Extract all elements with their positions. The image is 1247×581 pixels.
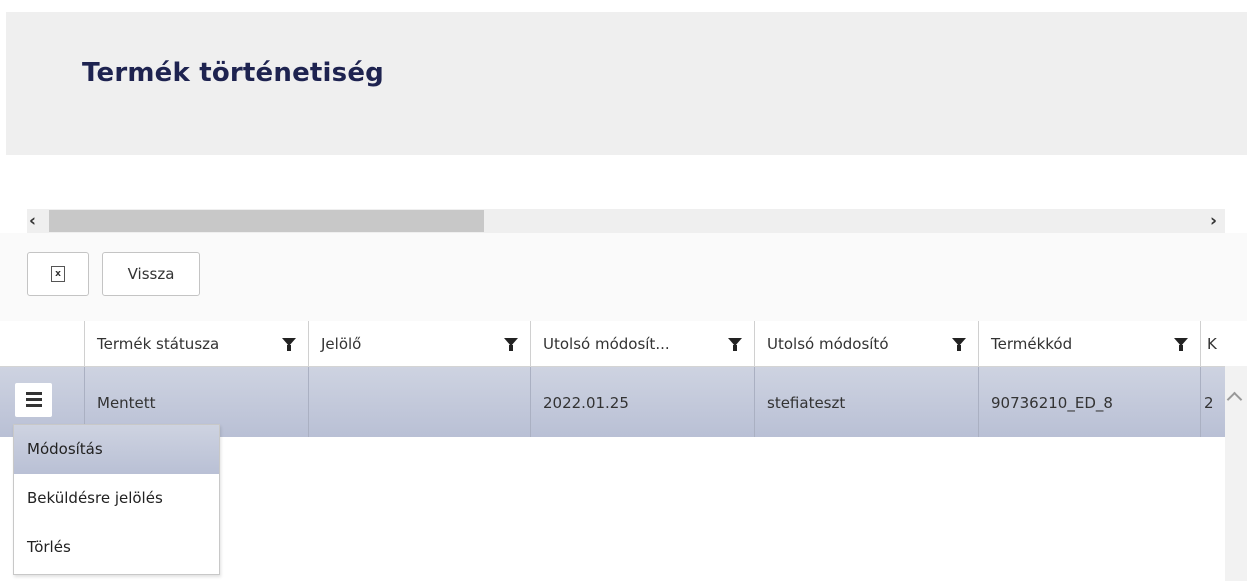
table-cell: 2022.01.25 (530, 367, 754, 437)
menu-item-delete[interactable]: Törlés (14, 523, 219, 572)
grid-header: Termék státusza Jelölő Utolsó módosít...… (0, 321, 1225, 367)
column-header-marker[interactable]: Jelölő (308, 321, 530, 366)
row-menu-button[interactable] (15, 383, 52, 417)
page-title: Termék történetiség (82, 58, 384, 88)
column-header-partial[interactable]: K (1200, 321, 1225, 366)
menu-item-modify[interactable]: Módosítás (14, 425, 219, 474)
table-cell: 2 (1200, 367, 1225, 437)
column-header-label: Utolsó módosító (767, 335, 889, 353)
table-cell (308, 367, 530, 437)
table-cell: stefiateszt (754, 367, 978, 437)
scrollbar-thumb[interactable] (49, 210, 484, 232)
scroll-left-icon[interactable]: ‹ (29, 211, 36, 231)
excel-export-icon: x (51, 266, 65, 282)
filter-icon[interactable] (1174, 338, 1188, 351)
horizontal-scrollbar[interactable]: ‹ › (27, 209, 1225, 233)
hamburger-icon (26, 398, 42, 401)
column-header-status[interactable]: Termék státusza (84, 321, 308, 366)
column-header-last-modifier[interactable]: Utolsó módosító (754, 321, 978, 366)
filter-icon[interactable] (952, 338, 966, 351)
row-context-menu: Módosítás Beküldésre jelölés Törlés (13, 424, 220, 575)
table-cell: 90736210_ED_8 (978, 367, 1200, 437)
scroll-up-icon[interactable] (1226, 391, 1243, 408)
excel-export-button[interactable]: x (27, 252, 89, 296)
scroll-right-icon[interactable]: › (1210, 211, 1217, 231)
column-header-product-code[interactable]: Termékkód (978, 321, 1200, 366)
filter-icon[interactable] (504, 338, 518, 351)
back-button[interactable]: Vissza (102, 252, 200, 296)
filter-icon[interactable] (728, 338, 742, 351)
filter-icon[interactable] (282, 338, 296, 351)
hamburger-icon (26, 404, 42, 407)
column-header-label: Termékkód (991, 335, 1073, 353)
column-header-label: Utolsó módosít... (543, 335, 670, 353)
column-header-last-modified[interactable]: Utolsó módosít... (530, 321, 754, 366)
column-header-label: K (1207, 335, 1217, 353)
hamburger-icon (26, 392, 42, 395)
column-header-label: Termék státusza (97, 335, 220, 353)
column-header-label: Jelölő (321, 335, 362, 353)
vertical-scrollbar[interactable] (1225, 366, 1247, 581)
menu-item-mark-for-submission[interactable]: Beküldésre jelölés (14, 474, 219, 523)
